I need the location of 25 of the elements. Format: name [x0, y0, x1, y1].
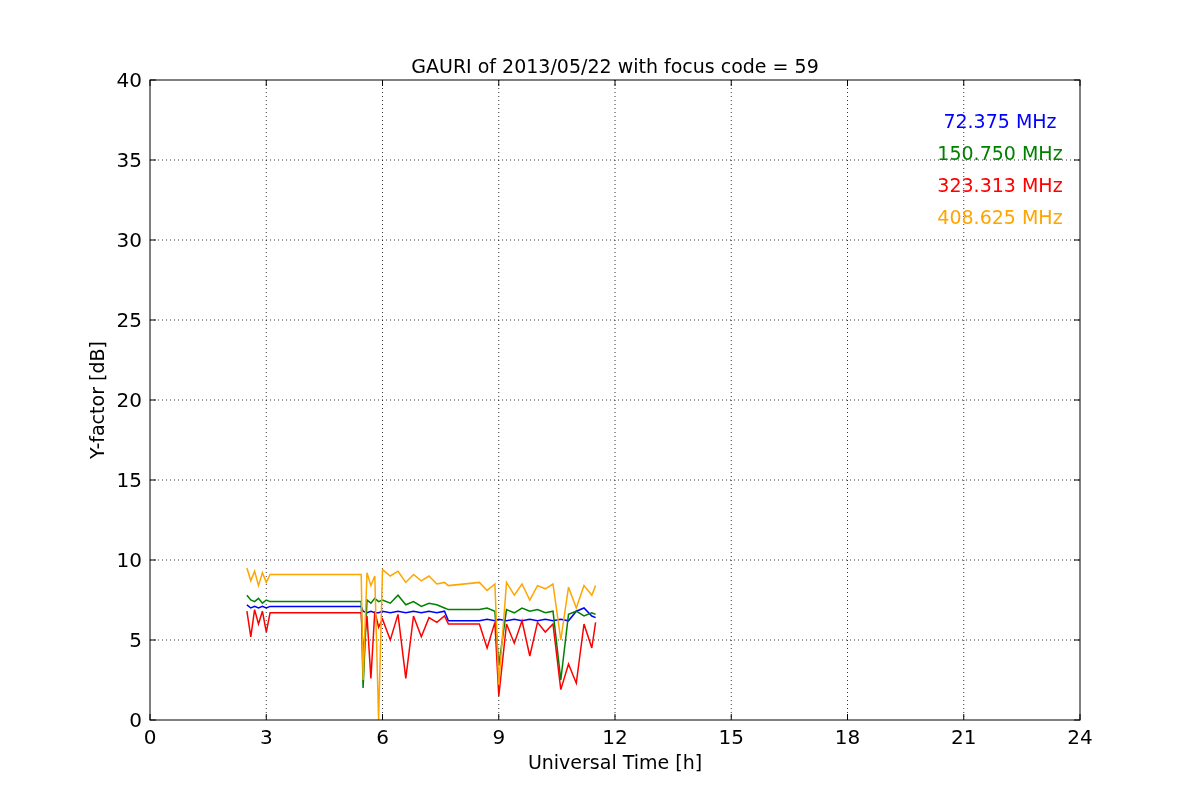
tick-label: 5 [129, 628, 142, 652]
tick-label: 3 [259, 725, 273, 749]
tick-label: 25 [116, 308, 142, 332]
tick-label: 20 [116, 388, 142, 412]
tick-label: 24 [1067, 725, 1093, 749]
x-axis-label: Universal Time [h] [527, 751, 703, 773]
legend-label: 150.750 MHz [937, 142, 1063, 164]
tick-label: 0 [129, 708, 142, 732]
tick-label: 21 [951, 725, 977, 749]
tick-label: 40 [116, 68, 142, 92]
tick-label: 12 [602, 725, 628, 749]
tick-label: 9 [492, 725, 506, 749]
tick-label: 15 [116, 468, 142, 492]
tick-label: 10 [116, 548, 142, 572]
tick-label: 30 [116, 228, 142, 252]
chart-title: GAURI of 2013/05/22 with focus code = 59 [411, 55, 819, 77]
tick-label: 6 [376, 725, 389, 749]
legend-label: 72.375 MHz [943, 110, 1057, 132]
tick-label: 18 [834, 725, 861, 749]
tick-label: 35 [116, 148, 142, 172]
legend-label: 323.313 MHz [937, 174, 1063, 196]
legend-label: 408.625 MHz [937, 206, 1063, 228]
y-axis-label: Y-factor [dB] [86, 341, 108, 459]
tick-label: 15 [718, 725, 744, 749]
tick-label: 0 [143, 725, 157, 749]
